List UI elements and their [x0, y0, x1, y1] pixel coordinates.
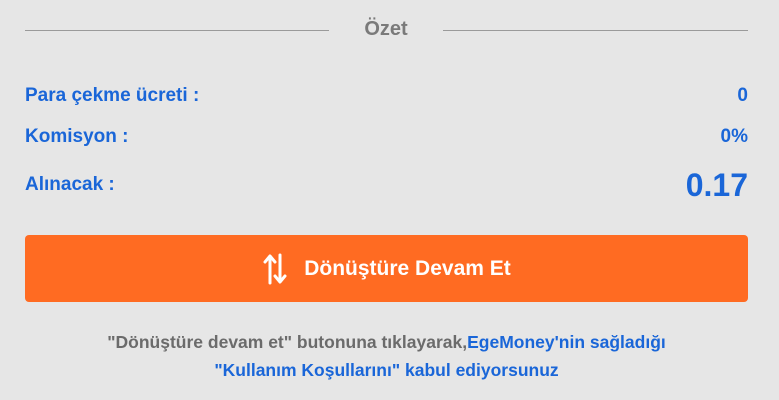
- commission-row: Komisyon : 0%: [25, 125, 748, 149]
- commission-label: Komisyon :: [25, 126, 129, 147]
- withdraw-fee-row: Para çekme ücreti : 0: [25, 84, 748, 108]
- continue-convert-label: Dönüştüre Devam Et: [304, 256, 511, 280]
- receive-amount-row: Alınacak : 0.17: [25, 166, 748, 204]
- brand-link[interactable]: EgeMoney'nin sağladığı: [467, 332, 666, 352]
- commission-value: 0%: [720, 126, 748, 147]
- receive-amount-value: 0.17: [685, 166, 748, 203]
- receive-amount-label: Alınacak :: [25, 174, 115, 195]
- terms-of-use-link[interactable]: "Kullanım Koşullarını": [214, 360, 400, 380]
- withdraw-fee-value: 0: [737, 85, 748, 106]
- section-header: Özet: [25, 10, 748, 50]
- terms-prefix-text: "Dönüştüre devam et" butonuna tıklayarak…: [107, 332, 468, 352]
- withdraw-fee-label: Para çekme ücreti :: [25, 85, 200, 106]
- terms-suffix-text: kabul ediyorsunuz: [400, 360, 559, 380]
- swap-vertical-arrows-icon: [262, 249, 288, 289]
- section-title: Özet: [364, 18, 408, 40]
- header-divider-left: [25, 30, 329, 31]
- summary-panel: Özet Para çekme ücreti : 0 Komisyon : 0%…: [0, 0, 779, 400]
- continue-convert-button[interactable]: Dönüştüre Devam Et: [25, 235, 748, 302]
- terms-notice: "Dönüştüre devam et" butonuna tıklayarak…: [25, 328, 748, 384]
- header-divider-right: [443, 30, 748, 31]
